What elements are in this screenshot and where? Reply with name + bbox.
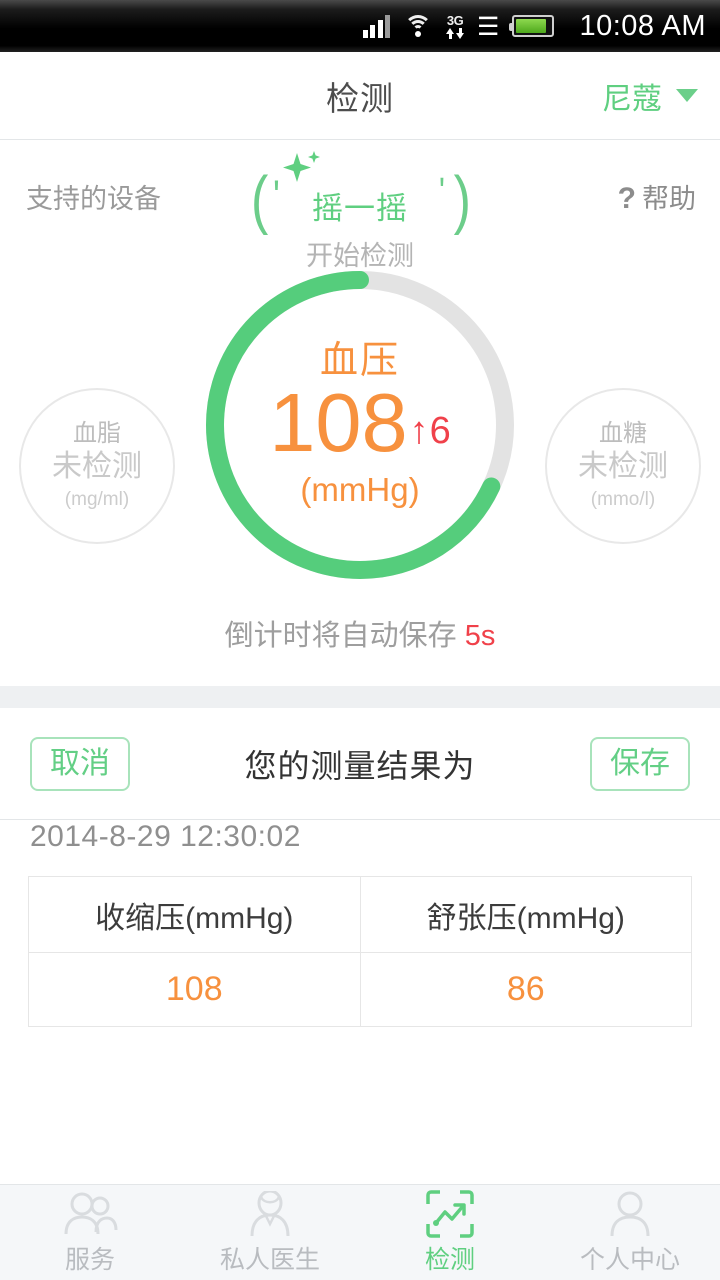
result-title: 您的测量结果为: [244, 747, 476, 784]
top-action-row: 支持的设备 ( ' ) ' 摇一摇 开始检测 ? 帮助: [0, 141, 720, 271]
bluetooth-icon: ☰: [477, 11, 500, 41]
help-label: 帮助: [642, 184, 696, 214]
tab-label: 私人医生: [219, 1245, 320, 1274]
chart-frame-icon: [425, 1189, 475, 1238]
tab-private-doctor[interactable]: 私人医生: [180, 1185, 360, 1280]
gauge-value-row: 108 ↑ 6: [269, 376, 451, 470]
tab-services[interactable]: 服务: [0, 1185, 180, 1280]
shake-button[interactable]: ( ' ) ' 摇一摇 开始检测: [0, 151, 720, 271]
people-icon: [62, 1190, 118, 1238]
status-bar: 3G ☰ 10:08 AM: [0, 0, 720, 52]
side-metric-value: 未检测: [52, 450, 142, 484]
gauge-unit: (mmHg): [300, 471, 420, 509]
question-mark-icon: ?: [617, 182, 636, 215]
gauge-readout: 血压 108 ↑ 6 (mmHg): [206, 271, 514, 579]
clock-label: 10:08 AM: [579, 9, 706, 42]
chevron-down-icon: [676, 89, 698, 102]
table-row: 108 86: [28, 952, 692, 1027]
tab-personal-center[interactable]: 个人中心: [540, 1185, 720, 1280]
page-title: 检测: [326, 79, 394, 117]
section-divider: [0, 686, 720, 708]
column-header-systolic: 收缩压(mmHg): [28, 876, 361, 953]
help-button[interactable]: ? 帮助: [618, 177, 696, 216]
result-bar: 取消 您的测量结果为 保存: [0, 708, 720, 820]
tab-label: 服务: [64, 1245, 115, 1274]
table-header-row: 收缩压(mmHg) 舒张压(mmHg): [28, 876, 692, 953]
side-metric-unit: (mg/ml): [64, 488, 130, 510]
tab-label: 个人中心: [579, 1245, 680, 1274]
countdown-seconds: 5s: [464, 620, 496, 652]
side-metric-name: 血糖: [599, 419, 647, 447]
gauge-area: 血脂 未检测 (mg/ml) 血糖 未检测 (mmo/l) 血压 108 ↑ 6…: [0, 255, 720, 595]
column-header-diastolic: 舒张压(mmHg): [359, 876, 692, 953]
user-name-label: 尼蔻: [602, 82, 662, 116]
person-icon: [606, 1190, 654, 1238]
tab-label: 检测: [424, 1245, 475, 1274]
countdown-text: 倒计时将自动保存: [224, 620, 457, 652]
wifi-icon: [403, 14, 433, 38]
record-datetime: 2014-8-29 12:30:02: [30, 820, 301, 853]
side-metric-unit: (mmo/l): [590, 488, 656, 510]
tab-detection[interactable]: 检测: [360, 1185, 540, 1280]
save-button[interactable]: 保存: [590, 736, 690, 791]
tab-bar: 服务 私人医生 检测 个人中心: [0, 1184, 720, 1280]
measurement-table: 收缩压(mmHg) 舒张压(mmHg) 108 86: [28, 876, 692, 1027]
side-metric-blood-sugar[interactable]: 血糖 未检测 (mmo/l): [545, 388, 701, 544]
arrow-up-icon: ↑: [409, 410, 429, 453]
signal-icon: [362, 14, 391, 38]
battery-icon: [509, 15, 555, 37]
gauge-value: 108: [269, 376, 408, 470]
user-selector[interactable]: 尼蔻: [602, 74, 698, 118]
cell-systolic-value: 108: [28, 952, 361, 1027]
cancel-button[interactable]: 取消: [30, 736, 130, 791]
shake-button-label: 摇一摇: [312, 191, 408, 226]
gauge-delta: ↑ 6: [410, 410, 451, 453]
blood-pressure-gauge[interactable]: 血压 108 ↑ 6 (mmHg): [206, 271, 514, 579]
gauge-delta-value: 6: [429, 410, 451, 453]
doctor-icon: [244, 1190, 296, 1238]
measurement-record: 2014-8-29 12:30:02 收缩压(mmHg) 舒张压(mmHg) 1…: [0, 820, 720, 1027]
status-icons: 3G ☰ 10:08 AM: [362, 9, 706, 43]
3g-icon: 3G: [446, 12, 465, 39]
nav-bar: 检测 尼蔻: [0, 52, 720, 140]
countdown-message: 倒计时将自动保存 5s: [0, 612, 720, 654]
side-metric-name: 血脂: [73, 419, 121, 447]
side-metric-value: 未检测: [578, 450, 668, 484]
cell-diastolic-value: 86: [359, 952, 692, 1027]
network-label: 3G: [446, 12, 464, 28]
side-metric-blood-lipids[interactable]: 血脂 未检测 (mg/ml): [19, 388, 175, 544]
